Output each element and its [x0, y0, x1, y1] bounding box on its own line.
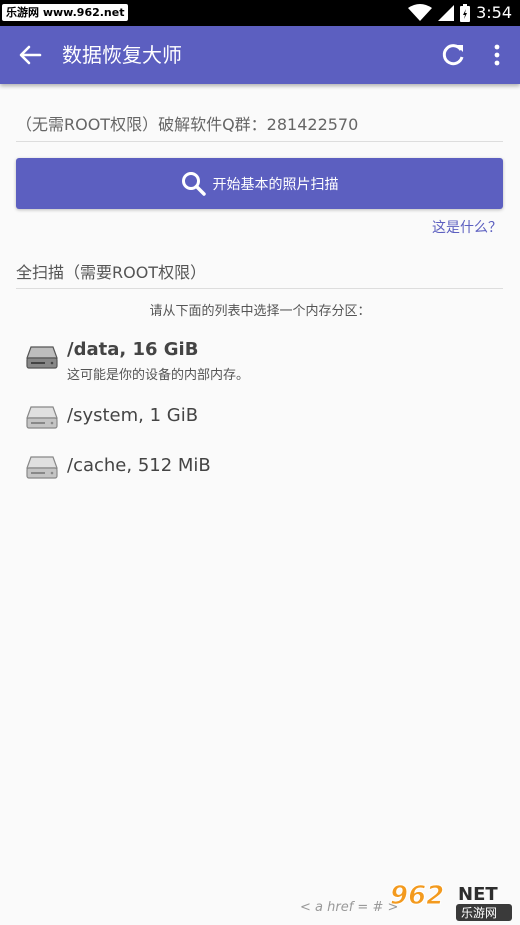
full-scan-title: 全扫描（需要ROOT权限） [16, 257, 503, 289]
what-is-this-link[interactable]: 这是什么？ [432, 217, 502, 237]
status-bar: 乐游网 www.962.net 3:54 [0, 0, 520, 26]
clock: 3:54 [476, 3, 512, 22]
partition-item-system[interactable]: /system, 1 GiB [16, 394, 503, 440]
start-photo-scan-button[interactable]: 开始基本的照片扫描 [16, 158, 503, 209]
status-icons: 3:54 [408, 0, 512, 26]
more-vert-icon[interactable] [487, 41, 507, 69]
partition-item-cache[interactable]: /cache, 512 MiB [16, 444, 503, 490]
hard-drive-icon [26, 406, 58, 429]
partition-name: /cache, 512 MiB [67, 455, 211, 476]
signal-icon [438, 5, 455, 21]
root-note: （无需ROOT权限）破解软件Q群：281422570 [16, 108, 503, 142]
partition-item-data[interactable]: /data, 16 GiB 这可能是你的设备的内部内存。 [16, 336, 503, 386]
site-logo: 962 NET 乐游网 [390, 881, 512, 921]
logo-sub: 乐游网 [461, 906, 497, 920]
partition-name: /data, 16 GiB [67, 339, 199, 360]
partition-name: /system, 1 GiB [67, 405, 199, 426]
logo-net: NET [458, 884, 498, 905]
battery-icon [460, 4, 471, 22]
partition-prompt: 请从下面的列表中选择一个内存分区： [149, 304, 371, 319]
back-arrow-icon[interactable] [16, 41, 44, 69]
page-title: 数据恢复大师 [62, 43, 182, 67]
logo-main: 962 [390, 881, 444, 911]
refresh-icon[interactable] [439, 41, 467, 69]
wifi-icon [408, 4, 433, 21]
watermark-text: < a href = # > [300, 900, 399, 915]
start-photo-scan-label: 开始基本的照片扫描 [212, 176, 339, 193]
hard-drive-icon [26, 346, 58, 369]
partition-desc: 这可能是你的设备的内部内存。 [67, 368, 250, 383]
search-icon [181, 171, 206, 196]
hard-drive-icon [26, 456, 58, 479]
app-bar: 数据恢复大师 [0, 26, 520, 84]
site-badge: 乐游网 www.962.net [2, 4, 129, 21]
